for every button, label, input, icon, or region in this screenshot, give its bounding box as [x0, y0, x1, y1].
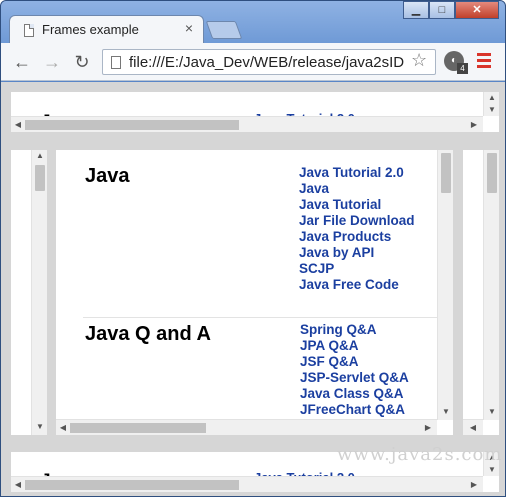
scroll-down-icon[interactable]: ▼ [439, 407, 453, 416]
top-frame-vscroll[interactable]: ▲ ▼ [483, 92, 499, 116]
link-jfreechart-qa[interactable]: JFreeChart Q&A [300, 402, 409, 418]
scroll-down-icon[interactable]: ▼ [33, 422, 47, 431]
window-controls: ▁ □ ✕ [403, 1, 499, 19]
main-frame: Java Java Tutorial 2.0 Java Java Tutoria… [56, 150, 453, 435]
minimize-button[interactable]: ▁ [403, 1, 429, 19]
qa-links: Spring Q&A JPA Q&A JSF Q&A JSP-Servlet Q… [300, 322, 409, 418]
scroll-down-icon[interactable]: ▼ [485, 105, 499, 114]
section-heading-java-q-and-a: Java Q and A [85, 323, 211, 345]
scroll-left-icon[interactable]: ◀ [466, 423, 480, 432]
link-jar-file-download[interactable]: Jar File Download [299, 213, 415, 229]
link-scjp[interactable]: SCJP [299, 261, 415, 277]
link-jsp-servlet-qa[interactable]: JSP-Servlet Q&A [300, 370, 409, 386]
link-java-free-code[interactable]: Java Free Code [299, 277, 415, 293]
right-frame-hscroll[interactable]: ◀ [463, 419, 483, 435]
hscroll-thumb[interactable] [25, 480, 239, 490]
reload-button[interactable]: ↻ [71, 51, 93, 73]
title-bar: Frames example × ▁ □ ✕ [1, 1, 505, 43]
vscroll-thumb[interactable] [441, 153, 451, 193]
link-jsf-qa[interactable]: JSF Q&A [300, 354, 409, 370]
right-frame: ▲ ▼ ◀ [463, 150, 499, 435]
extension-badge: 4 [457, 63, 468, 74]
main-frame-hscroll[interactable]: ◀ ▶ [56, 419, 437, 435]
hscroll-thumb[interactable] [25, 120, 239, 130]
left-frame: ▲ ▼ [11, 150, 47, 435]
link-java-class-qa[interactable]: Java Class Q&A [300, 386, 409, 402]
scroll-left-icon[interactable]: ◀ [11, 480, 25, 489]
tab-frames-example[interactable]: Frames example × [9, 15, 204, 43]
page-icon [24, 24, 34, 37]
browser-toolbar: ← → ↻ file:///E:/Java_Dev/WEB/release/ja… [1, 43, 505, 81]
link-spring-qa[interactable]: Spring Q&A [300, 322, 409, 338]
main-frame-vscroll[interactable]: ▲ ▼ [437, 150, 453, 420]
page-content: Java Java Tutorial 2.0 ▲ ▼ ◀ ▶ ▲ ▼ Java [1, 82, 505, 496]
hscroll-thumb[interactable] [70, 423, 206, 433]
right-frame-vscroll[interactable]: ▲ ▼ [483, 150, 499, 420]
back-button[interactable]: ← [11, 51, 33, 73]
document-icon [111, 56, 121, 69]
tab-close-icon[interactable]: × [185, 20, 193, 36]
link-java-tutorial-2[interactable]: Java Tutorial 2.0 [299, 165, 415, 181]
link-java-tutorial[interactable]: Java Tutorial [299, 197, 415, 213]
left-frame-vscroll[interactable]: ▲ ▼ [31, 150, 47, 435]
close-button[interactable]: ✕ [455, 1, 499, 19]
link-java-products[interactable]: Java Products [299, 229, 415, 245]
scroll-left-icon[interactable]: ◀ [11, 120, 25, 129]
section-divider [83, 317, 437, 318]
java-links: Java Tutorial 2.0 Java Java Tutorial Jar… [299, 165, 415, 293]
scroll-down-icon[interactable]: ▼ [485, 407, 499, 416]
top-frame: Java Java Tutorial 2.0 ▲ ▼ ◀ ▶ [11, 92, 499, 132]
vscroll-thumb[interactable] [487, 153, 497, 193]
bookmark-star-icon[interactable]: ☆ [411, 50, 427, 71]
bottom-frame-hscroll[interactable]: ◀ ▶ [11, 476, 483, 492]
watermark: www.java2s.com [337, 444, 503, 465]
extension-icon[interactable]: ◐ 4 [444, 51, 468, 74]
address-bar[interactable]: file:///E:/Java_Dev/WEB/release/java2sID [102, 49, 436, 75]
vscroll-thumb[interactable] [35, 165, 45, 191]
scroll-up-icon[interactable]: ▲ [485, 93, 499, 102]
tab-title: Frames example [42, 22, 139, 37]
scroll-down-icon[interactable]: ▼ [485, 465, 499, 474]
scroll-right-icon[interactable]: ▶ [467, 480, 481, 489]
url-text: file:///E:/Java_Dev/WEB/release/java2sID [129, 54, 405, 71]
link-java[interactable]: Java [299, 181, 415, 197]
section-heading-java: Java [85, 165, 130, 187]
top-frame-hscroll[interactable]: ◀ ▶ [11, 116, 483, 132]
forward-button[interactable]: → [41, 51, 63, 73]
new-tab-button[interactable] [205, 21, 243, 39]
maximize-button[interactable]: □ [429, 1, 455, 19]
scroll-right-icon[interactable]: ▶ [421, 423, 435, 432]
scroll-left-icon[interactable]: ◀ [56, 423, 70, 432]
scroll-up-icon[interactable]: ▲ [33, 151, 47, 160]
browser-window: Frames example × ▁ □ ✕ ← → ↻ file:///E:/… [0, 0, 506, 497]
link-jpa-qa[interactable]: JPA Q&A [300, 338, 409, 354]
link-java-by-api[interactable]: Java by API [299, 245, 415, 261]
scroll-right-icon[interactable]: ▶ [467, 120, 481, 129]
menu-icon[interactable] [477, 53, 491, 71]
